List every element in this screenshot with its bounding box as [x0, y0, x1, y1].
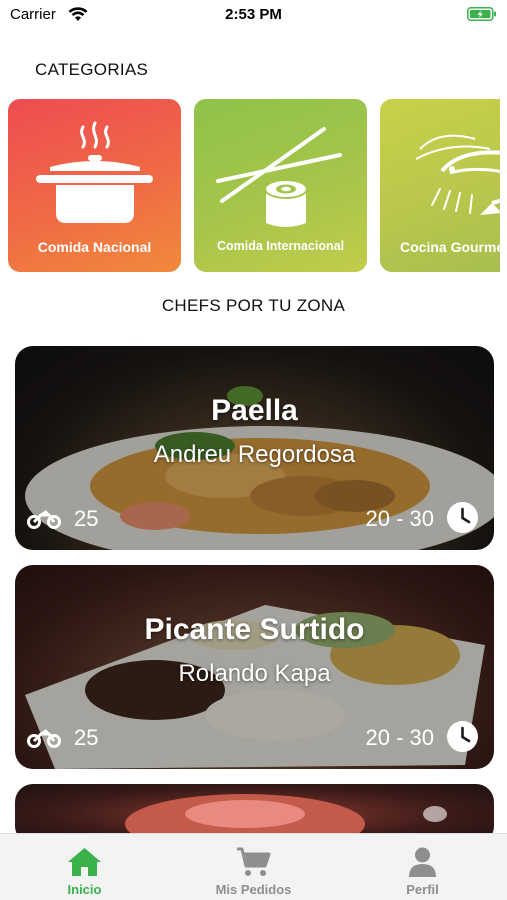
delivery-count: 25 — [74, 725, 99, 750]
chef-card-picante-surtido[interactable]: Picante Surtido Rolando Kapa 25 20 - 30 — [15, 565, 494, 769]
chef-name: Rolando Kapa — [178, 660, 331, 687]
chefs-title: CHEFS POR TU ZONA — [161, 296, 346, 315]
categories-carousel[interactable]: Comida Nacional Comida Internacional Coc… — [0, 99, 500, 272]
battery-icon — [467, 7, 496, 21]
category-card-cocina-gourmet[interactable]: Cocina Gourmet — [380, 99, 500, 272]
tab-mis-pedidos[interactable]: Mis Pedidos — [169, 834, 338, 900]
tab-label: Perfil — [406, 882, 439, 897]
motorcycle-icon — [27, 510, 61, 529]
status-bar: Carrier 2:53 PM — [0, 0, 507, 30]
category-label: Comida Internacional — [216, 239, 345, 253]
cooking-pot-icon — [36, 121, 153, 223]
status-time: 2:53 PM — [225, 6, 282, 23]
user-icon — [409, 847, 436, 877]
categories-title: CATEGORIAS — [35, 60, 149, 79]
clock-icon — [447, 721, 478, 752]
category-label: Comida Nacional — [37, 239, 152, 255]
delivery-count: 25 — [74, 506, 99, 531]
chef-name: Andreu Regordosa — [153, 441, 356, 468]
dish-name: Picante Surtido — [144, 613, 365, 646]
home-icon — [68, 848, 101, 876]
tab-label: Mis Pedidos — [215, 882, 292, 897]
tab-bar: Inicio Mis Pedidos Perfil — [0, 833, 507, 900]
tab-label: Inicio — [67, 882, 102, 897]
category-label: Cocina Gourmet — [400, 239, 500, 255]
clock-icon — [447, 502, 478, 533]
tab-perfil[interactable]: Perfil — [338, 834, 507, 900]
cart-icon — [237, 847, 271, 876]
dish-name: Paella — [211, 394, 298, 427]
delivery-time: 20 - 30 — [365, 506, 435, 531]
tab-inicio[interactable]: Inicio — [0, 834, 169, 900]
delivery-time: 20 - 30 — [365, 725, 435, 750]
chopsticks-sushi-icon — [216, 127, 342, 227]
motorcycle-icon — [27, 729, 61, 748]
shrimp-icon — [415, 134, 500, 215]
chef-card-paella[interactable]: Paella Andreu Regordosa 25 20 - 30 — [15, 346, 494, 550]
category-card-comida-nacional[interactable]: Comida Nacional — [8, 99, 181, 272]
category-card-comida-internacional[interactable]: Comida Internacional — [194, 99, 367, 272]
